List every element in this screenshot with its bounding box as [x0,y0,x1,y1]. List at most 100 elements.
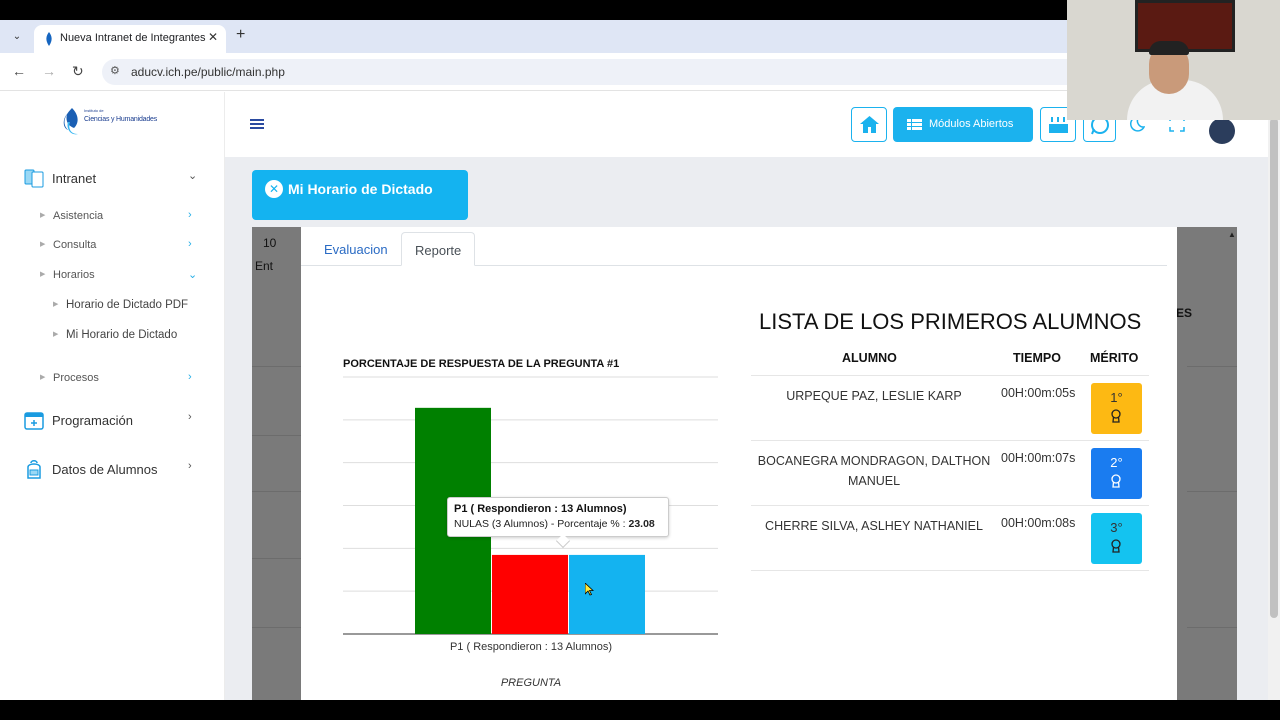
award-icon [1111,539,1121,553]
sidebar-subitem-procesos[interactable]: ▶ Procesos › [0,368,225,390]
bullet-icon: ▶ [40,374,46,381]
student-time: 00H:00m:08s [1001,516,1076,530]
calendar-icon [24,412,44,430]
divider [1187,627,1237,628]
home-button[interactable] [851,107,887,142]
home-icon [860,116,879,133]
report-modal: Evaluacion Reporte PORCENTAJE DE RESPUES… [301,227,1177,700]
student-name: URPEQUE PAZ, LESLIE KARP [786,389,962,403]
ranking-title: LISTA DE LOS PRIMEROS ALUMNOS [759,309,1142,334]
bar [492,554,568,634]
tooltip-value: 23.08 [628,518,655,530]
tooltip-line: NULAS (3 Alumnos) - Porcentaje % : 23.08 [454,518,655,530]
sidebar-subitem-label: Procesos [53,372,99,384]
chevron-down-icon: ⌄ [188,269,198,281]
bar [569,554,645,634]
background-text: 10 [263,236,277,250]
sidebar-subitem-horarios[interactable]: ▶ Horarios ⌄ [0,265,225,287]
sidebar-item-datos-alumnos[interactable]: Datos de Alumnos › [0,455,225,485]
sidebar-item-intranet[interactable]: Intranet ⌄ [0,164,225,194]
student-name: CHERRE SILVA, ASLHEY NATHANIEL [765,519,983,533]
new-tab-icon[interactable]: + [236,26,245,44]
divider [252,435,302,436]
sidebar-subitem-label: Horarios [53,269,95,281]
table-row: CHERRE SILVA, ASLHEY NATHANIEL 00H:00m:0… [751,505,1149,571]
sidebar-item-label: Datos de Alumnos [52,462,158,477]
x-tick-label: P1 ( Respondieron : 13 Alumnos) [450,641,612,653]
screen: ⌄ Nueva Intranet de Integrantes ✕ + ← → … [0,0,1280,720]
sidebar-subitem-consulta[interactable]: ▶ Consulta › [0,235,225,257]
divider [252,366,302,367]
site-favicon-icon [46,32,52,46]
tab-title: Nueva Intranet de Integrantes [60,32,206,44]
table-row: URPEQUE PAZ, LESLIE KARP 00H:00m:05s 1° [751,375,1149,441]
address-bar[interactable]: ⚙ aducv.ich.pe/public/main.php [102,59,1082,85]
chevron-right-icon: › [188,209,192,221]
list-icon [907,119,922,130]
chart-tooltip: P1 ( Respondieron : 13 Alumnos) NULAS (3… [447,497,669,549]
backpack-icon [27,460,41,479]
divider [1187,366,1237,367]
student-name: BOCANEGRA MONDRAGON, DALTHON MANUEL [757,454,991,488]
back-icon[interactable]: ← [12,63,26,79]
logo-text-small: Instituto de [84,108,104,113]
tab-reporte[interactable]: Reporte [401,232,475,266]
header-tiempo: TIEMPO [1013,351,1061,365]
merit-badge: 1° [1091,383,1142,434]
tooltip-label: NULAS (3 Alumnos) - Porcentaje % : [454,518,626,530]
header-merito: MÉRITO [1090,351,1139,365]
forward-icon[interactable]: → [42,63,56,79]
site-info-icon[interactable]: ⚙ [110,64,120,77]
scroll-up-icon[interactable]: ▲ [1228,230,1236,239]
webcam-overlay [1067,0,1280,120]
logo-text: Ciencias y Humanidades [84,116,158,123]
scrollbar-thumb[interactable] [1270,118,1278,618]
page-scrollbar[interactable] [1268,92,1280,700]
divider [1187,491,1237,492]
chevron-right-icon: › [188,411,192,423]
institute-logo[interactable]: Instituto de Ciencias y Humanidades [60,106,170,140]
chevron-right-icon: › [188,238,192,250]
main-content: ✕ Mi Horario de Dictado 10 Ent ES ▲ Eval… [225,157,1268,700]
tab-close-icon[interactable]: ✕ [208,30,218,44]
tab-label: Evaluacion [324,242,388,257]
sidebar-subitem-asistencia[interactable]: ▶ Asistencia › [0,206,225,228]
student-time: 00H:00m:05s [1001,386,1076,400]
reload-icon[interactable]: ↻ [72,63,84,80]
modulos-abiertos-button[interactable]: Módulos Abiertos [893,107,1033,142]
divider [252,491,302,492]
sidebar-subitem-label: Asistencia [53,210,104,222]
sidebar-item-label: Intranet [52,171,97,186]
sidebar-subitem-label: Mi Horario de Dictado [66,329,178,341]
tab-search-dropdown-icon[interactable]: ⌄ [8,28,26,46]
chevron-down-icon: ⌄ [188,170,198,182]
avatar[interactable] [1209,118,1235,144]
tab-label: Reporte [415,243,462,258]
tab-evaluacion[interactable]: Evaluacion [313,232,409,266]
bullet-icon: ▶ [40,241,46,248]
sidebar-item-programacion[interactable]: Programación › [0,406,225,436]
sidebar-item-mi-horario[interactable]: ▶ Mi Horario de Dictado [0,325,225,347]
sidebar-item-horario-pdf[interactable]: ▶ Horario de Dictado PDF [0,295,225,317]
menu-toggle-icon[interactable] [250,119,264,131]
merit-number: 3° [1110,520,1123,535]
sidebar-item-label: Programación [52,413,133,428]
bottom-black-bar [0,700,1280,720]
award-icon [1111,474,1121,488]
header-alumno: ALUMNO [842,351,897,365]
background-text: Ent [255,259,274,273]
sidebar-subitem-label: Consulta [53,239,97,251]
bullet-icon: ▶ [40,212,46,219]
bullet-icon: ▶ [40,271,46,278]
cake-icon [1049,117,1068,133]
merit-badge: 3° [1091,513,1142,564]
merit-number: 2° [1110,455,1123,470]
chevron-right-icon: › [188,460,192,472]
chevron-right-icon: › [188,371,192,383]
flame-logo-icon [63,108,78,135]
table-row: BOCANEGRA MONDRAGON, DALTHON MANUEL 00H:… [751,440,1149,506]
browser-tab[interactable]: Nueva Intranet de Integrantes ✕ [34,25,226,53]
sidebar-subitem-label: Horario de Dictado PDF [66,299,189,311]
sidebar: Instituto de Ciencias y Humanidades Intr… [0,92,225,700]
close-icon[interactable]: ✕ [265,180,283,198]
